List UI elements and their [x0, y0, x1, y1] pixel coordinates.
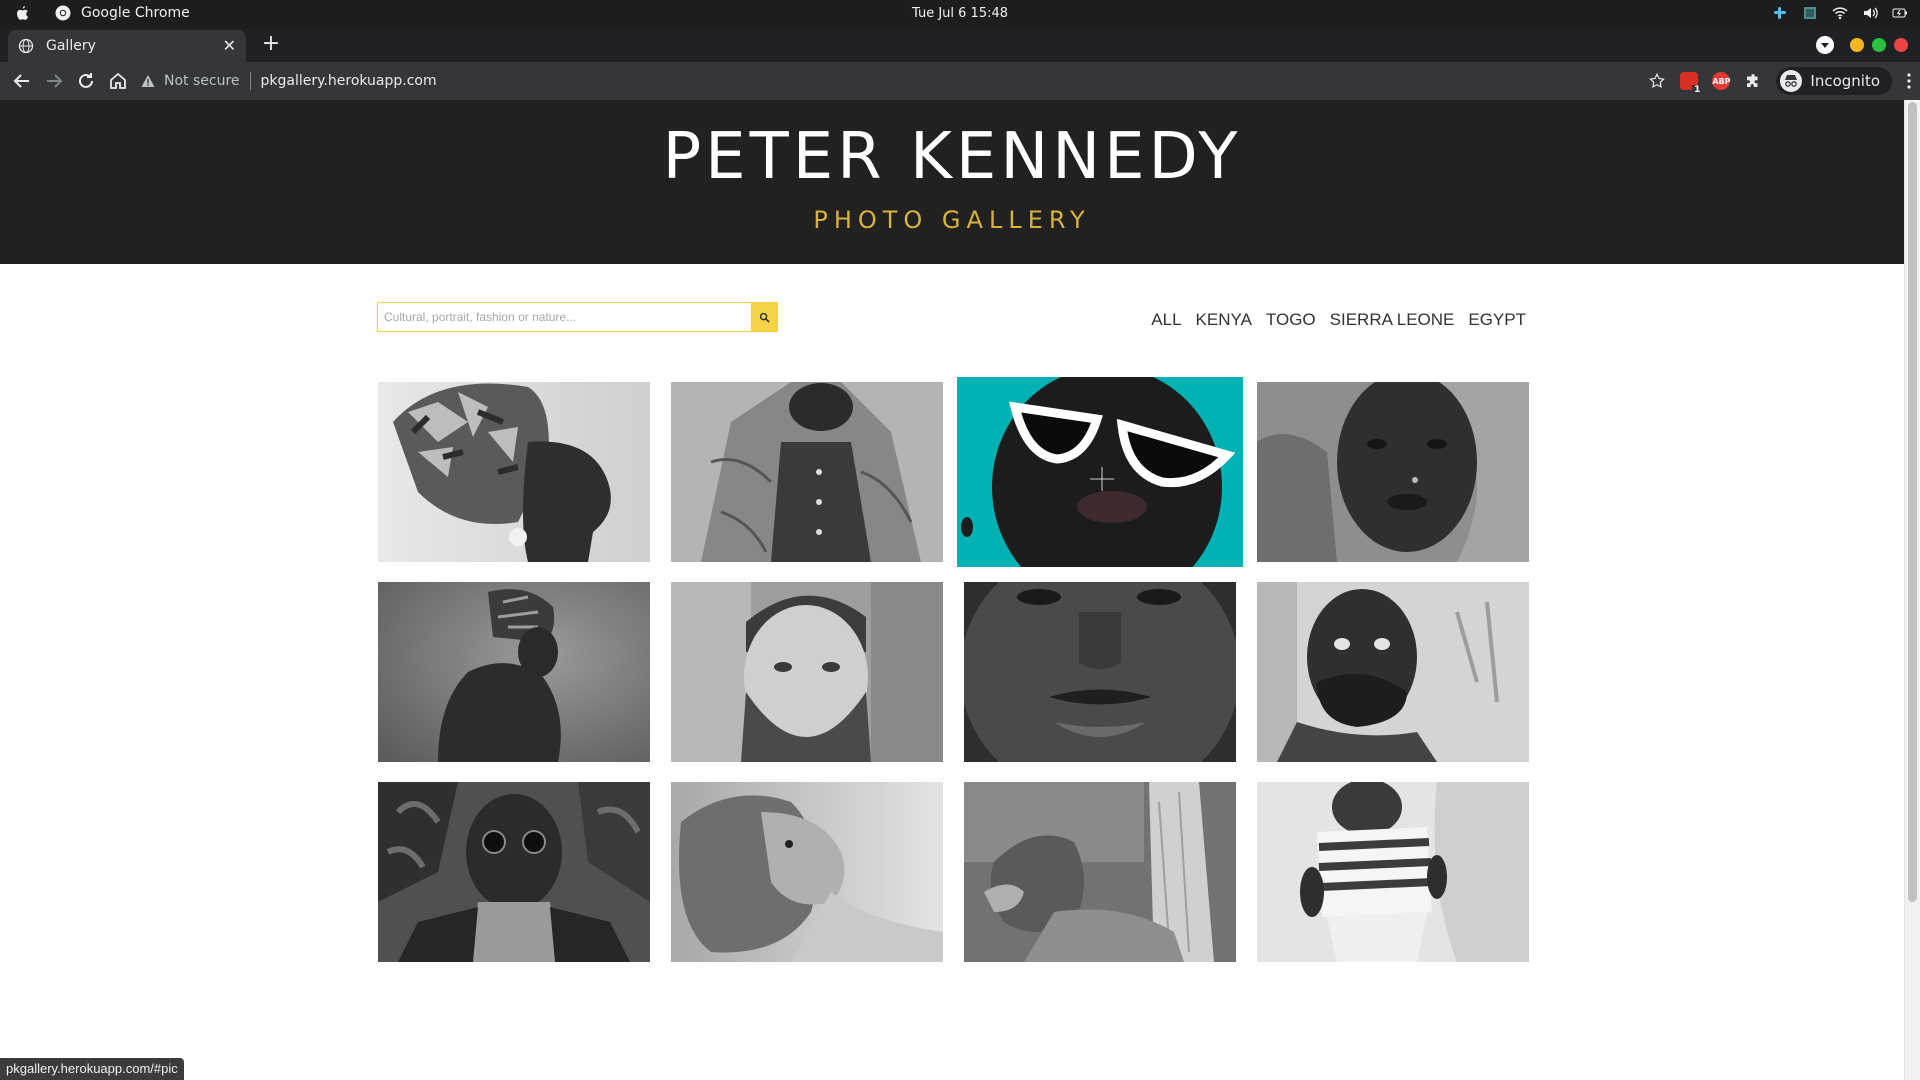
- adblock-icon[interactable]: ABP: [1712, 72, 1730, 90]
- photo-woman-back: [378, 582, 650, 762]
- page-scrollbar[interactable]: [1904, 100, 1920, 1080]
- filter-kenya[interactable]: KENYA: [1196, 310, 1252, 330]
- window-controls: [1816, 36, 1908, 54]
- incognito-icon: [1780, 70, 1803, 92]
- filter-togo[interactable]: TOGO: [1266, 310, 1316, 330]
- photo-sunglasses: [957, 377, 1243, 567]
- back-icon[interactable]: [10, 69, 34, 93]
- photo-man-turtleneck: [378, 782, 650, 962]
- home-icon[interactable]: [106, 69, 130, 93]
- battery-icon[interactable]: [1892, 5, 1908, 21]
- wifi-icon[interactable]: [1832, 5, 1848, 21]
- search-button[interactable]: [751, 302, 778, 332]
- photo-tile[interactable]: [378, 382, 650, 562]
- reload-icon[interactable]: [74, 69, 98, 93]
- toolbar-right: 1 ABP Incognito: [1648, 67, 1912, 95]
- url-text[interactable]: pkgallery.herokuapp.com: [261, 73, 437, 89]
- photo-woman-hood: [1257, 382, 1529, 562]
- search-icon: [759, 312, 770, 323]
- active-app[interactable]: Google Chrome: [55, 5, 190, 21]
- omnibox-divider: [249, 72, 251, 90]
- photo-tile-hovered[interactable]: [957, 377, 1243, 567]
- address-bar[interactable]: Not secure pkgallery.herokuapp.com: [140, 66, 1640, 96]
- puzzle-icon[interactable]: [1744, 72, 1762, 90]
- photo-tile[interactable]: [964, 782, 1236, 962]
- photo-tile[interactable]: [964, 582, 1236, 762]
- incognito-label: Incognito: [1810, 72, 1880, 90]
- apple-icon[interactable]: [14, 5, 30, 22]
- site-header: PETER KENNEDY PHOTO GALLERY: [0, 100, 1904, 264]
- forward-icon[interactable]: [42, 69, 66, 93]
- photo-tile[interactable]: [378, 582, 650, 762]
- globe-icon: [18, 38, 34, 54]
- close-window-button[interactable]: [1894, 38, 1908, 52]
- web-page: PETER KENNEDY PHOTO GALLERY ALL KENYA TO…: [0, 100, 1904, 1080]
- link-status-bubble: pkgallery.herokuapp.com/#pic: [0, 1058, 184, 1080]
- photo-tile[interactable]: [1257, 782, 1529, 962]
- photo-lion: [671, 782, 943, 962]
- clock[interactable]: Tue Jul 6 15:48: [0, 6, 1920, 21]
- close-tab-icon[interactable]: ✕: [223, 38, 236, 54]
- star-icon[interactable]: [1648, 72, 1666, 90]
- minimize-button[interactable]: [1850, 38, 1864, 52]
- photo-child: [1257, 582, 1529, 762]
- screen-icon[interactable]: [1802, 5, 1818, 21]
- photo-tile[interactable]: [1257, 582, 1529, 762]
- tab-search-icon[interactable]: [1816, 36, 1834, 54]
- browser-toolbar: Not secure pkgallery.herokuapp.com 1 ABP…: [0, 62, 1920, 100]
- search-input[interactable]: [377, 302, 751, 332]
- security-label[interactable]: Not secure: [164, 73, 240, 89]
- photo-tile[interactable]: [378, 782, 650, 962]
- tab-gallery[interactable]: Gallery ✕: [8, 30, 246, 62]
- incognito-button[interactable]: Incognito: [1776, 67, 1892, 95]
- photo-bearded-man: [671, 582, 943, 762]
- photo-face-closeup: [964, 582, 1236, 762]
- system-tray: [1772, 5, 1908, 21]
- filter-all[interactable]: ALL: [1151, 310, 1181, 330]
- os-top-bar: Google Chrome Tue Jul 6 15:48: [0, 0, 1920, 28]
- photo-tile[interactable]: [671, 582, 943, 762]
- app-name: Google Chrome: [81, 5, 190, 21]
- photo-tile[interactable]: [1257, 382, 1529, 562]
- new-tab-button[interactable]: +: [260, 33, 282, 56]
- search-form: [377, 302, 778, 332]
- warning-icon[interactable]: [140, 73, 156, 89]
- chrome-menu-icon[interactable]: [1906, 72, 1912, 90]
- photo-lion-tree: [964, 782, 1236, 962]
- country-filters: ALL KENYA TOGO SIERRA LEONE EGYPT: [1151, 310, 1526, 330]
- photo-tile[interactable]: [671, 382, 943, 562]
- tab-strip: Gallery ✕ +: [0, 28, 1920, 62]
- photo-fashion-shirt: [671, 382, 943, 562]
- photo-woman-headwrap: [378, 382, 650, 562]
- photo-tile[interactable]: [671, 782, 943, 962]
- filter-sierra-leone[interactable]: SIERRA LEONE: [1330, 310, 1455, 330]
- volume-icon[interactable]: [1862, 5, 1878, 21]
- extension-badge: 1: [1692, 85, 1703, 95]
- maximize-button[interactable]: [1872, 38, 1886, 52]
- chrome-icon: [55, 5, 71, 21]
- slack-icon[interactable]: [1772, 5, 1788, 21]
- extension-red-icon[interactable]: 1: [1680, 72, 1703, 95]
- site-title: PETER KENNEDY: [662, 120, 1242, 194]
- photo-baby: [1257, 782, 1529, 962]
- filter-egypt[interactable]: EGYPT: [1468, 310, 1526, 330]
- scrollbar-thumb[interactable]: [1908, 102, 1917, 902]
- tab-title: Gallery: [46, 38, 96, 54]
- site-subtitle: PHOTO GALLERY: [813, 206, 1091, 234]
